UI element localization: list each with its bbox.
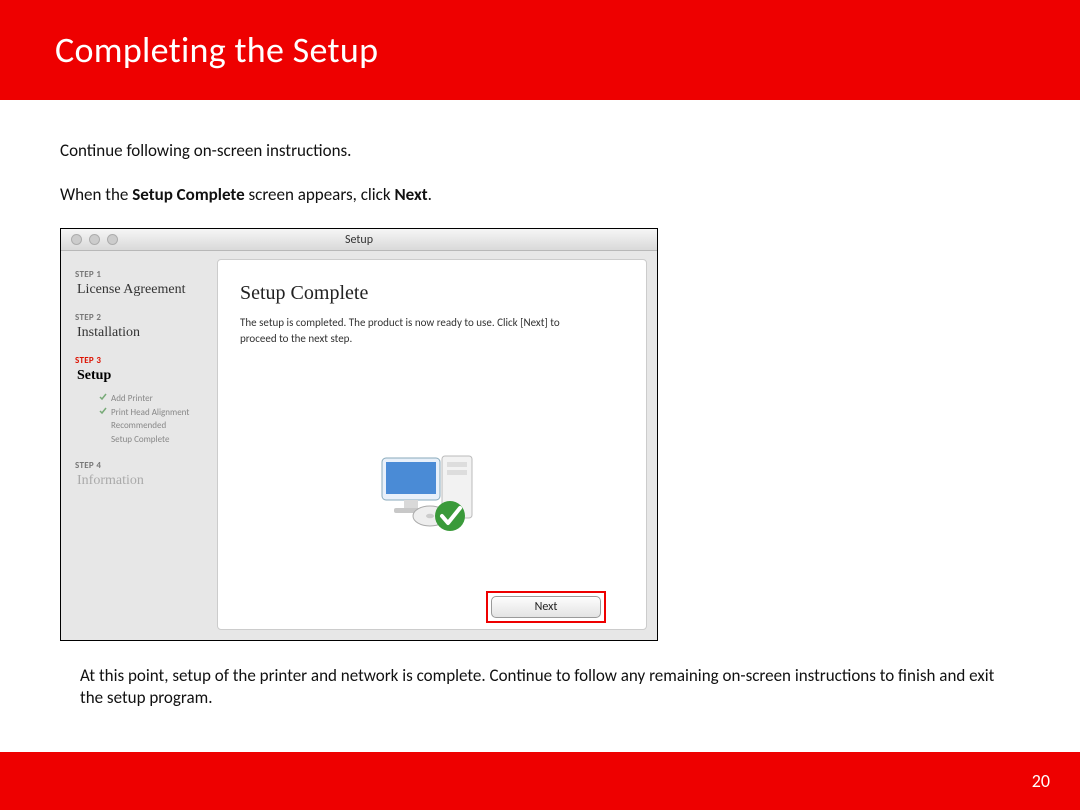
next-button-highlight: Next (486, 591, 606, 623)
substep-complete: Setup Complete (99, 433, 217, 447)
setup-window: Setup STEP 1 License Agreement STEP 2 In… (60, 228, 658, 641)
setup-complete-illustration-icon (372, 438, 492, 543)
window-title: Setup (61, 233, 657, 247)
sidebar-substeps: Add Printer Print Head Alignment Recomme… (99, 392, 217, 446)
check-icon (99, 393, 107, 401)
sidebar-step-4: STEP 4 Information (75, 460, 217, 489)
sidebar-step-2: STEP 2 Installation (75, 312, 217, 341)
slide-footer: 20 (0, 752, 1080, 810)
sidebar-step-1: STEP 1 License Agreement (75, 269, 217, 298)
window-titlebar: Setup (61, 229, 657, 251)
content-description: The setup is completed. The product is n… (240, 315, 570, 347)
instruction-line-2: When the Setup Complete screen appears, … (60, 184, 1020, 206)
slide-title: Completing the Setup (55, 28, 378, 72)
sidebar-step-3: STEP 3 Setup (75, 355, 217, 384)
content-heading: Setup Complete (240, 282, 624, 305)
next-button[interactable]: Next (491, 596, 601, 618)
closing-text: At this point, setup of the printer and … (60, 641, 1020, 709)
page-number: 20 (1032, 770, 1050, 792)
substep-add-printer: Add Printer (99, 392, 217, 406)
check-icon (99, 407, 107, 415)
instruction-line-1: Continue following on-screen instruction… (60, 140, 1020, 162)
substep-alignment: Print Head Alignment Recommended (99, 406, 217, 433)
setup-sidebar: STEP 1 License Agreement STEP 2 Installa… (61, 251, 217, 640)
setup-content-panel: Setup Complete The setup is completed. T… (217, 259, 647, 630)
slide-header: Completing the Setup (0, 0, 1080, 100)
